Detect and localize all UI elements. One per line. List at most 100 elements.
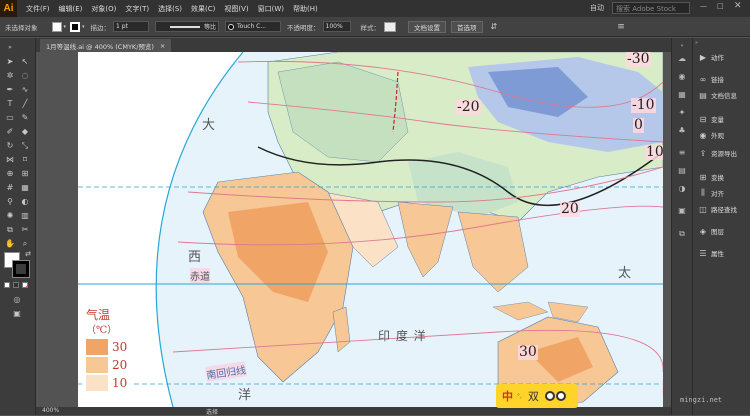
panel-appearance[interactable]: ◉ 外观 — [698, 130, 725, 141]
eraser-icon[interactable]: ◆ — [19, 126, 31, 137]
layers-icon: ◈ — [699, 226, 707, 236]
stroke-swatch[interactable] — [70, 21, 81, 32]
menu-view[interactable]: 视图(V) — [224, 4, 248, 14]
artboard[interactable]: 气温 （℃） 30 20 10 大 西 赤道 南回归线 洋 太 印 度 洋 -3… — [78, 52, 663, 407]
color-mode-icon[interactable] — [4, 282, 10, 288]
graphic-style-swatch[interactable] — [384, 21, 397, 32]
menu-effect[interactable]: 效果(C) — [191, 4, 215, 14]
canvas-area[interactable]: 气温 （℃） 30 20 10 大 西 赤道 南回归线 洋 太 印 度 洋 -3… — [36, 52, 671, 407]
mesh-icon[interactable]: # — [4, 182, 16, 193]
menu-object[interactable]: 对象(O) — [91, 4, 116, 14]
type-tool-icon[interactable]: T — [4, 98, 16, 109]
panel-transform[interactable]: ⊞ 变换 — [698, 172, 724, 183]
minimize-icon[interactable]: — — [700, 2, 707, 10]
artboards-icon[interactable]: ⧉ — [676, 228, 688, 240]
panel-links[interactable]: ∞ 链接 — [698, 74, 724, 85]
perspective-icon[interactable]: ⊞ — [19, 168, 31, 179]
symbol-sprayer-icon[interactable]: ✺ — [4, 210, 16, 221]
collapse-icon[interactable]: » — [4, 42, 16, 53]
fill-swatch[interactable] — [51, 21, 62, 32]
libraries-icon[interactable]: ☁ — [676, 52, 688, 64]
ime-toolbar[interactable]: 中 °, 双 — [496, 384, 578, 408]
workspace-switcher[interactable]: 自动 — [590, 3, 604, 13]
gradient-mode-icon[interactable] — [13, 282, 19, 288]
rotate-icon[interactable]: ↻ — [4, 140, 16, 151]
ocean-label-xi: 西 — [188, 250, 202, 265]
stroke-weight-field[interactable]: 1 pt — [113, 21, 150, 32]
fill-chevron-icon[interactable]: ▾ — [64, 24, 67, 30]
color-panel-icon[interactable]: ◉ — [676, 70, 688, 82]
ime-skin-icon[interactable] — [544, 391, 566, 401]
swap-colors-icon[interactable]: ⇄ — [22, 248, 34, 259]
brush-definition[interactable]: Touch C... — [225, 21, 282, 32]
blend-icon[interactable]: ◐ — [19, 196, 31, 207]
stroke-panel-icon[interactable]: ≡ — [676, 146, 688, 158]
scale-icon[interactable]: ⤡ — [19, 140, 31, 151]
hand-tool-icon[interactable]: ✋ — [4, 238, 16, 249]
menu-select[interactable]: 选择(S) — [158, 4, 182, 14]
collapse-dock-icon[interactable]: » — [695, 40, 698, 46]
panel-actions[interactable]: ▶ 动作 — [698, 52, 724, 63]
ime-punct-icon[interactable]: °, — [517, 393, 522, 400]
draw-mode-icon[interactable]: ◎ — [11, 294, 23, 305]
stroke-color-box[interactable] — [12, 260, 30, 278]
ime-language[interactable]: 中 — [502, 388, 513, 404]
zoom-level[interactable]: 400% — [42, 407, 59, 414]
transparency-icon[interactable]: ◑ — [676, 182, 688, 194]
pathfinder-icon: ◫ — [699, 204, 707, 214]
panel-options-icon[interactable]: ≡ — [617, 22, 625, 32]
screen-mode-icon[interactable]: ▣ — [11, 308, 23, 319]
preferences-button[interactable]: 首选项 — [451, 20, 483, 33]
opacity-field[interactable]: 100% — [322, 21, 351, 32]
lasso-icon[interactable]: ◌ — [19, 70, 31, 81]
panel-label: 动作 — [711, 54, 724, 62]
document-tab-bar: 1月等温线.ai @ 400% (CMYK/预览) × — [36, 38, 671, 52]
panel-align[interactable]: ⫼ 对齐 — [698, 188, 724, 198]
shape-builder-icon[interactable]: ⊕ — [4, 168, 16, 179]
panel-properties[interactable]: ☰ 属性 — [698, 248, 724, 259]
menu-help[interactable]: 帮助(H) — [293, 4, 318, 14]
slice-icon[interactable]: ✂ — [19, 224, 31, 235]
document-tab[interactable]: 1月等温线.ai @ 400% (CMYK/预览) × — [40, 39, 172, 52]
none-mode-icon[interactable] — [22, 282, 28, 288]
panel-layers[interactable]: ◈ 图层 — [698, 226, 724, 237]
panel-doc-info[interactable]: ▤ 文档信息 — [698, 90, 737, 101]
graph-tool-icon[interactable]: ▥ — [19, 210, 31, 221]
curvature-icon[interactable]: ∿ — [19, 84, 31, 95]
paintbrush-icon[interactable]: ✎ — [19, 112, 31, 123]
gradient-icon[interactable]: ▦ — [19, 182, 31, 193]
document-setup-button[interactable]: 文档设置 — [408, 20, 447, 33]
panel-variables[interactable]: ⊟ 变量 — [698, 114, 724, 125]
ime-mode[interactable]: 双 — [528, 388, 539, 404]
close-icon[interactable]: ✕ — [734, 1, 742, 11]
panel-pathfinder[interactable]: ◫ 路径查找 — [698, 204, 737, 215]
tab-close-icon[interactable]: × — [160, 42, 165, 50]
variable-width-profile[interactable]: 等比 — [155, 21, 220, 32]
menu-type[interactable]: 文字(T) — [125, 4, 149, 14]
artboard-icon[interactable]: ⧉ — [4, 224, 16, 235]
maximize-icon[interactable]: □ — [717, 2, 724, 10]
menu-edit[interactable]: 编辑(E) — [59, 4, 83, 14]
shaper-icon[interactable]: ✐ — [4, 126, 16, 137]
direct-selection-icon[interactable]: ↖ — [19, 56, 31, 67]
width-tool-icon[interactable]: ⋈ — [4, 154, 16, 165]
gradient-panel-icon[interactable]: ▤ — [676, 164, 688, 176]
stroke-chevron-icon[interactable]: ▾ — [82, 24, 85, 30]
magic-wand-icon[interactable]: ✲ — [4, 70, 16, 81]
menu-file[interactable]: 文件(F) — [26, 4, 50, 14]
arrange-icon[interactable]: ⇵ — [491, 22, 498, 31]
selection-tool-icon[interactable]: ➤ — [4, 56, 16, 67]
symbols-icon[interactable]: ♣ — [676, 124, 688, 136]
free-transform-icon[interactable]: ⌑ — [19, 154, 31, 165]
pen-tool-icon[interactable]: ✒ — [4, 84, 16, 95]
collapse-panels-icon[interactable]: « — [676, 40, 688, 52]
graphic-styles-icon[interactable]: ▣ — [676, 204, 688, 216]
stock-search-input[interactable]: 搜索 Adobe Stock — [612, 2, 690, 14]
menu-window[interactable]: 窗口(W) — [258, 4, 284, 14]
brushes-icon[interactable]: ✦ — [676, 106, 688, 118]
line-tool-icon[interactable]: ╱ — [19, 98, 31, 109]
panel-asset-export[interactable]: ⇪ 资源导出 — [698, 148, 737, 159]
rectangle-tool-icon[interactable]: ▭ — [4, 112, 16, 123]
eyedropper-icon[interactable]: ⚲ — [4, 196, 16, 207]
swatches-icon[interactable]: ▦ — [676, 88, 688, 100]
